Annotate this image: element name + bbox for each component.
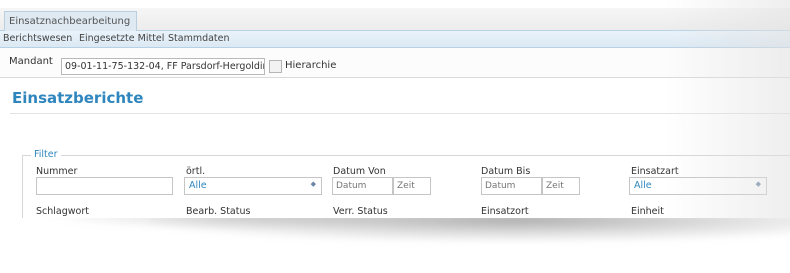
datum-von-date-input[interactable] bbox=[332, 177, 393, 195]
tab-einsatznachbearbeitung[interactable]: Einsatznachbearbeitung bbox=[4, 11, 138, 31]
hierarchie-label: Hierarchie bbox=[285, 60, 337, 71]
menu-item-stammdaten[interactable]: Stammdaten bbox=[168, 33, 230, 44]
menu-bar: Berichtswesen Eingesetzte Mittel Stammda… bbox=[0, 31, 790, 48]
datum-bis-label: Datum Bis bbox=[481, 166, 531, 177]
page-title: Einsatzberichte bbox=[12, 89, 144, 107]
datum-bis-time-input[interactable] bbox=[542, 177, 580, 195]
schlagwort-label: Schlagwort bbox=[36, 206, 89, 217]
nummer-label: Nummer bbox=[36, 166, 78, 177]
einheit-label: Einheit bbox=[631, 206, 664, 217]
select-arrow-icon: ◆ bbox=[310, 180, 316, 188]
datum-von-time-input[interactable] bbox=[393, 177, 431, 195]
mandant-label: Mandant bbox=[9, 56, 53, 67]
tab-bar: Einsatznachbearbeitung bbox=[0, 8, 790, 31]
mandant-field[interactable] bbox=[61, 58, 265, 75]
einsatzort-label: Einsatzort bbox=[481, 206, 529, 217]
einsatzart-select[interactable]: Alle ◆ bbox=[629, 177, 767, 195]
oertl-label: örtl. bbox=[186, 166, 206, 177]
oertl-select[interactable]: Alle ◆ bbox=[184, 177, 322, 195]
bearb-status-label: Bearb. Status bbox=[186, 206, 251, 217]
oertl-select-value: Alle bbox=[189, 180, 207, 191]
hierarchie-checkbox[interactable] bbox=[269, 60, 282, 73]
app-window: Einsatznachbearbeitung Berichtswesen Ein… bbox=[0, 0, 790, 218]
einsatzart-select-value: Alle bbox=[634, 180, 652, 191]
select-arrow-icon: ◆ bbox=[755, 180, 761, 188]
datum-von-label: Datum Von bbox=[333, 166, 386, 177]
menu-item-eingesetzte-mittel[interactable]: Eingesetzte Mittel bbox=[79, 33, 164, 44]
menu-item-berichtswesen[interactable]: Berichtswesen bbox=[3, 33, 72, 44]
datum-bis-date-input[interactable] bbox=[481, 177, 542, 195]
title-divider bbox=[10, 113, 790, 114]
filter-legend: Filter bbox=[31, 149, 61, 160]
nummer-input[interactable] bbox=[36, 177, 173, 195]
verr-status-label: Verr. Status bbox=[333, 206, 388, 217]
einsatzart-label: Einsatzart bbox=[631, 166, 679, 177]
